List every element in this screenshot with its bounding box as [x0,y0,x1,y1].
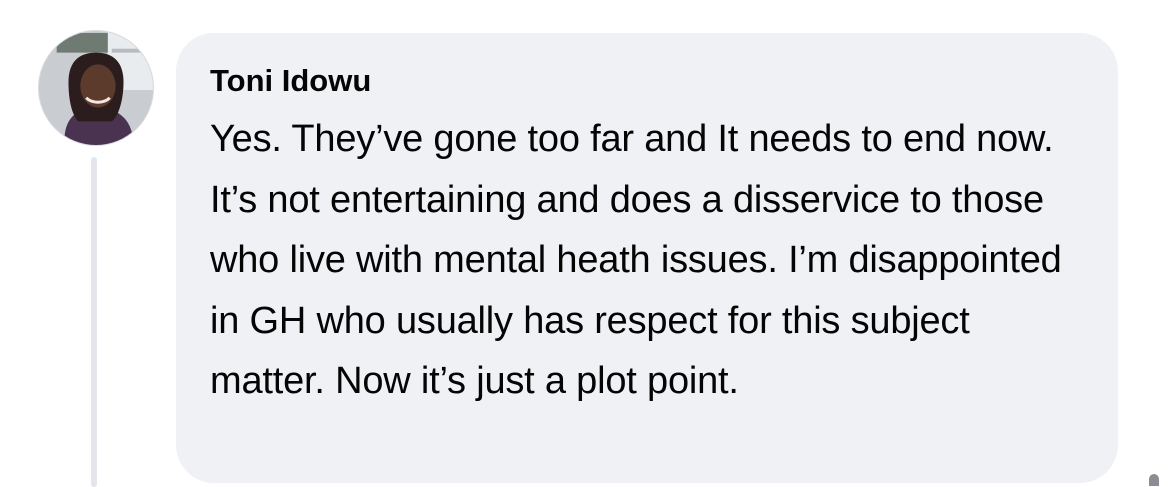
thread-line [91,157,97,487]
comment-author-name[interactable]: Toni Idowu [210,61,371,101]
comment-text: Yes. They’ve gone too far and It needs t… [210,118,1062,402]
profile-photo [39,31,153,145]
more-dots-icon[interactable] [1149,474,1159,486]
comment-bubble: Toni Idowu Yes. They’ve gone too far and… [176,33,1118,483]
avatar[interactable] [38,30,154,146]
